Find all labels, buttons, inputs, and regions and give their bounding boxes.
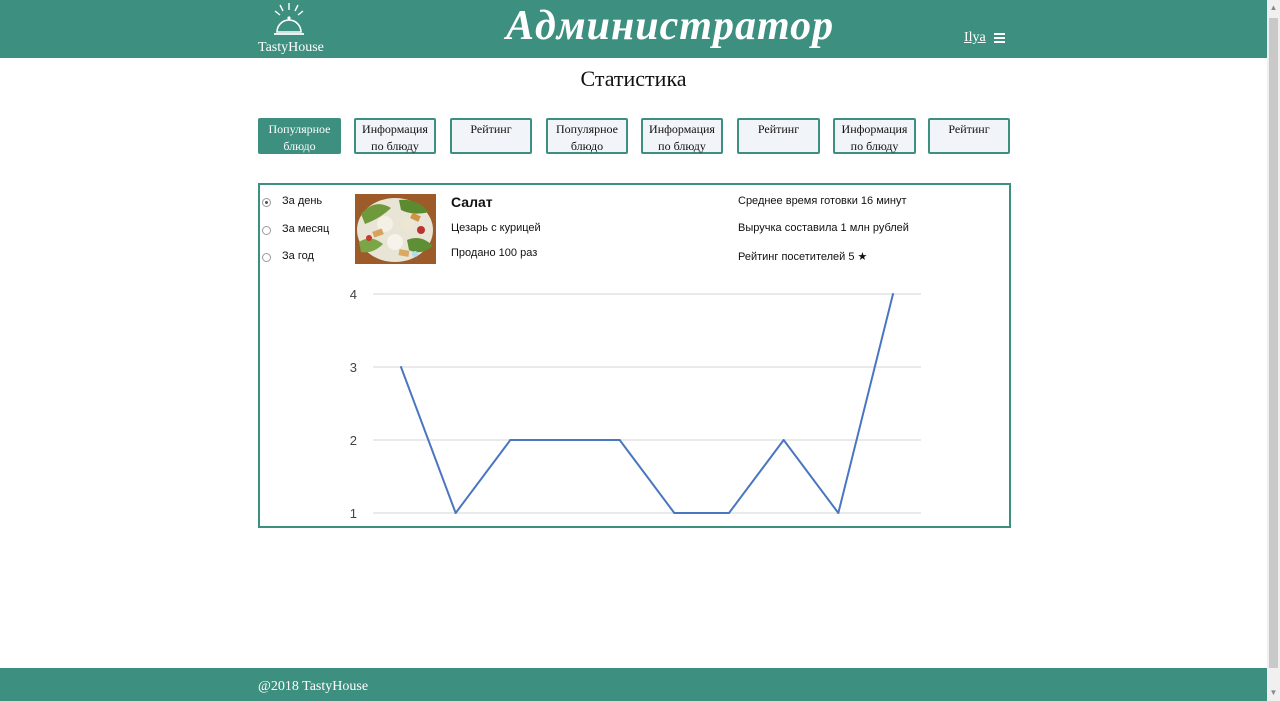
header-bar: TastyHouse Администратор Ilya — [0, 0, 1267, 58]
user-link[interactable]: Ilya — [964, 30, 986, 46]
y-tick-label: 1 — [350, 506, 357, 521]
data-point — [618, 439, 621, 441]
data-point — [564, 439, 566, 441]
tab-dish-info-2[interactable]: Информация по блюду — [641, 118, 723, 154]
y-tick-label: 3 — [350, 360, 357, 375]
scroll-thumb[interactable] — [1269, 18, 1278, 668]
tab-popular-dish-1[interactable]: Популярное блюдо — [258, 118, 341, 154]
y-tick-label: 4 — [350, 287, 357, 302]
scroll-up-arrow-icon[interactable]: ▲ — [1267, 0, 1280, 16]
footer-copyright: @2018 TastyHouse — [258, 679, 369, 694]
series-line — [400, 293, 894, 514]
vertical-scrollbar[interactable]: ▲ ▼ — [1267, 0, 1280, 701]
tab-rating-3[interactable]: Рейтинг — [928, 118, 1010, 154]
data-point — [728, 512, 730, 514]
data-point — [892, 293, 894, 295]
tab-popular-dish-2[interactable]: Популярное блюдо — [546, 118, 628, 154]
hamburger-menu-icon[interactable] — [994, 33, 1005, 43]
data-point — [837, 512, 840, 514]
data-point — [400, 366, 402, 368]
tab-dish-info-1[interactable]: Информация по блюду — [354, 118, 436, 154]
page-title: Статистика — [580, 66, 687, 91]
data-point — [782, 439, 785, 441]
logo-text: TastyHouse — [258, 40, 324, 55]
y-tick-label: 2 — [350, 433, 357, 448]
data-point — [509, 439, 512, 441]
data-point — [673, 512, 676, 514]
statistics-panel: За день За месяц За год Салат Цезарь с к… — [258, 183, 1011, 528]
data-point — [454, 512, 457, 514]
tab-dish-info-3[interactable]: Информация по блюду — [833, 118, 916, 154]
tab-rating-1[interactable]: Рейтинг — [450, 118, 532, 154]
scroll-down-arrow-icon[interactable]: ▼ — [1267, 685, 1280, 701]
logo[interactable]: TastyHouse — [258, 2, 324, 56]
header-title: Администратор — [506, 3, 835, 49]
tab-rating-2[interactable]: Рейтинг — [737, 118, 820, 154]
bell-icon — [274, 3, 304, 35]
footer-bar: @2018 TastyHouse — [0, 668, 1267, 701]
dish-sales-line-chart: 1 2 3 4 — [350, 287, 921, 521]
